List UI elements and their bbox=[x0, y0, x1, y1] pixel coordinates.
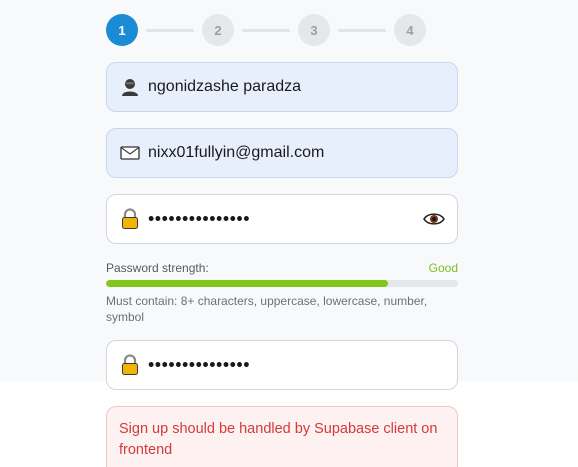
email-field[interactable]: nixx01fullyin@gmail.com bbox=[106, 128, 458, 178]
step-connector bbox=[242, 29, 290, 32]
lock-icon bbox=[120, 354, 140, 375]
lock-icon bbox=[120, 208, 140, 229]
step-2: 2 bbox=[202, 14, 234, 46]
full-name-value: ngonidzashe paradza bbox=[148, 78, 302, 95]
password-strength: Password strength: Good bbox=[106, 261, 458, 275]
confirm-password-field[interactable]: ••••••••••••••• bbox=[106, 340, 458, 390]
step-4: 4 bbox=[394, 14, 426, 46]
full-name-field[interactable]: ngonidzashe paradza bbox=[106, 62, 458, 112]
step-3: 3 bbox=[298, 14, 330, 46]
strength-bar-fill bbox=[106, 280, 388, 287]
password-requirements: Must contain: 8+ characters, uppercase, … bbox=[106, 294, 428, 324]
email-value: nixx01fullyin@gmail.com bbox=[148, 144, 325, 161]
password-field[interactable]: ••••••••••••••• bbox=[106, 194, 458, 244]
error-alert: Sign up should be handled by Supabase cl… bbox=[106, 406, 458, 467]
eye-icon[interactable] bbox=[423, 211, 445, 227]
signup-stepper: 1 2 3 4 bbox=[106, 14, 426, 46]
step-1: 1 bbox=[106, 14, 138, 46]
step-connector bbox=[338, 29, 386, 32]
confirm-password-value: ••••••••••••••• bbox=[148, 354, 251, 375]
envelope-icon bbox=[120, 143, 140, 163]
error-message: Sign up should be handled by Supabase cl… bbox=[119, 421, 438, 458]
password-value: ••••••••••••••• bbox=[148, 208, 251, 229]
strength-bar bbox=[106, 280, 458, 287]
step-connector bbox=[146, 29, 194, 32]
strength-value: Good bbox=[428, 261, 458, 275]
strength-label: Password strength: bbox=[106, 261, 209, 275]
person-icon bbox=[120, 77, 140, 97]
